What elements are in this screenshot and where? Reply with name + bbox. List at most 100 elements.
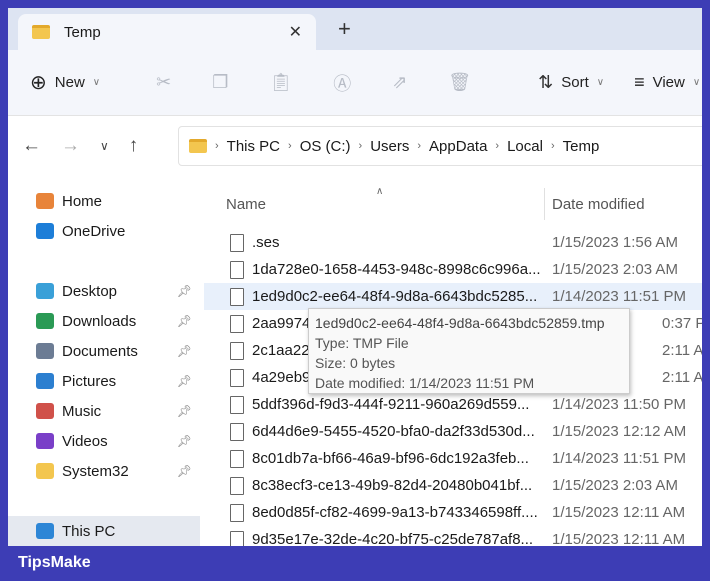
documents-icon (36, 343, 54, 359)
column-header: ∧ Name Date modified (204, 186, 702, 220)
back-icon[interactable]: ← (22, 135, 41, 157)
sort-icon: ⇅ (538, 72, 554, 92)
file-icon (230, 476, 244, 495)
file-row[interactable]: 9d35e17e-32de-4c20-bf75-c25de787af8... 1/… (204, 526, 702, 546)
pin-icon[interactable]: 📌︎ (177, 464, 192, 478)
file-icon (230, 287, 244, 306)
file-date: 1/15/2023 2:03 AM (552, 477, 678, 494)
breadcrumb[interactable]: › This PC › OS (C:) › Users › AppData › Local… (178, 126, 702, 166)
delete-icon[interactable]: 🗑︎ (448, 72, 471, 93)
crumb[interactable]: OS (C:) (300, 138, 351, 155)
paste-icon[interactable]: 📋︎ (269, 72, 292, 93)
sort-button[interactable]: ⇅ Sort ∨ (538, 72, 604, 93)
file-name: 1ed9d0c2-ee64-48f4-9d8a-6643bdc5285... (252, 288, 538, 305)
file-icon (230, 314, 244, 333)
sidebar-item-documents[interactable]: Documents 📌︎ (8, 336, 200, 366)
copy-icon[interactable]: ❐ (212, 72, 228, 93)
tab-temp[interactable]: Temp ✕ (18, 14, 316, 50)
file-row[interactable]: 8ed0d85f-cf82-4699-9a13-b743346598ff....… (204, 499, 702, 526)
view-button[interactable]: ≡ View ∨ (634, 72, 700, 93)
file-name: 5ddf396d-f9d3-444f-9211-960a269d559... (252, 396, 530, 413)
file-date: 1/15/2023 12:12 AM (552, 423, 687, 440)
chevron-right-icon: › (215, 140, 219, 152)
new-label: New (54, 74, 85, 91)
rename-icon[interactable]: Ⓐ (333, 70, 351, 96)
file-name: 9d35e17e-32de-4c20-bf75-c25de787af8... (252, 531, 534, 546)
sidebar-item-videos[interactable]: Videos 📌︎ (8, 426, 200, 456)
downloads-icon (36, 313, 54, 329)
divider[interactable] (544, 188, 545, 220)
crumb[interactable]: Users (370, 138, 409, 155)
tooltip-name: 1ed9d0c2-ee64-48f4-9d8a-6643bdc52859.tmp (315, 315, 605, 331)
crumb[interactable]: Temp (563, 138, 600, 155)
sidebar-item-label: Downloads (62, 312, 137, 330)
file-name: 8c38ecf3-ce13-49b9-82d4-20480b041bf... (252, 477, 533, 494)
crumb[interactable]: This PC (227, 138, 280, 155)
sidebar-item-this-pc[interactable]: This PC (8, 516, 200, 546)
file-row[interactable]: .ses 1/15/2023 1:56 AM (204, 229, 702, 256)
file-icon (230, 368, 244, 387)
pin-icon[interactable]: 📌︎ (177, 284, 192, 298)
file-icon (230, 395, 244, 414)
sidebar-item-label: Videos (62, 432, 108, 450)
this-pc-icon (36, 523, 54, 539)
crumb[interactable]: Local (507, 138, 543, 155)
sidebar-item-label: Pictures (62, 372, 117, 390)
file-row[interactable]: 1ed9d0c2-ee64-48f4-9d8a-6643bdc5285... 1/… (204, 283, 702, 310)
music-icon (36, 403, 54, 419)
address-row: ← → ∨ ↑ › This PC › OS (C:) › Users › AppDat… (8, 116, 702, 176)
pin-icon[interactable]: 📌︎ (177, 314, 192, 328)
pin-icon[interactable]: 📌︎ (177, 434, 192, 448)
file-date: 1/15/2023 1:56 AM (552, 234, 678, 251)
new-button[interactable]: ⊕ New ∨ (30, 70, 100, 95)
file-date: 1/15/2023 12:11 AM (552, 531, 686, 546)
cut-icon[interactable]: ✂ (156, 72, 171, 93)
pin-icon[interactable]: 📌︎ (177, 404, 192, 418)
file-icon (230, 449, 244, 468)
share-icon[interactable]: ⇗ (392, 72, 407, 93)
file-row[interactable]: 6d44d6e9-5455-4520-bfa0-da2f33d530d... 1/… (204, 418, 702, 445)
sidebar-item-system32[interactable]: System32 📌︎ (8, 456, 200, 486)
column-date-modified[interactable]: Date modified (552, 196, 645, 213)
sidebar-item-label: OneDrive (62, 222, 126, 240)
tab-bar: Temp ✕ + (8, 8, 702, 50)
tab-title: Temp (64, 23, 101, 41)
file-row[interactable]: 5ddf396d-f9d3-444f-9211-960a269d559... 1/… (204, 391, 702, 418)
sidebar-item-downloads[interactable]: Downloads 📌︎ (8, 306, 200, 336)
file-explorer-window: Temp ✕ + ⊕ New ∨ ✂ ❐ 📋︎ Ⓐ ⇗ 🗑︎ ⇅ Sort ∨ ≡ Vie… (8, 8, 702, 546)
file-row[interactable]: 8c01db7a-bf66-46a9-bf96-6dc192a3feb... 1/… (204, 445, 702, 472)
file-date: 0:37 PM (662, 315, 702, 332)
chevron-down-icon: ∨ (692, 77, 701, 88)
file-row[interactable]: 1da728e0-1658-4453-948c-8998c6c996a... 1/… (204, 256, 702, 283)
pin-icon[interactable]: 📌︎ (177, 374, 192, 388)
home-icon (36, 193, 54, 209)
column-name[interactable]: Name (226, 196, 266, 213)
sidebar-item-desktop[interactable]: Desktop 📌︎ (8, 276, 200, 306)
up-icon[interactable]: ↑ (129, 135, 139, 157)
sidebar-item-onedrive[interactable]: OneDrive (8, 216, 200, 246)
file-icon (230, 341, 244, 360)
file-date: 1/15/2023 2:03 AM (552, 261, 678, 278)
file-date: 1/14/2023 11:51 PM (552, 450, 686, 467)
crumb[interactable]: AppData (429, 138, 487, 155)
close-tab-icon[interactable]: ✕ (289, 22, 302, 42)
sidebar-item-pictures[interactable]: Pictures 📌︎ (8, 366, 200, 396)
file-date: 1/14/2023 11:51 PM (552, 288, 686, 305)
sidebar-item-home[interactable]: Home (8, 186, 200, 216)
sidebar-item-music[interactable]: Music 📌︎ (8, 396, 200, 426)
chevron-right-icon: › (288, 140, 292, 152)
pictures-icon (36, 373, 54, 389)
watermark-logo: TipsMake (18, 554, 91, 571)
pin-icon[interactable]: 📌︎ (177, 344, 192, 358)
recent-chevron-icon[interactable]: ∨ (100, 139, 109, 153)
forward-icon[interactable]: → (61, 135, 80, 157)
sidebar-item-label: Music (62, 402, 102, 420)
new-tab-button[interactable]: + (338, 16, 351, 42)
file-row[interactable]: 8c38ecf3-ce13-49b9-82d4-20480b041bf... 1/… (204, 472, 702, 499)
chevron-down-icon: ∨ (596, 77, 605, 88)
sort-label: Sort (561, 74, 589, 91)
file-name: 2aa9974 (252, 315, 311, 332)
system32-icon (36, 463, 54, 479)
file-date: 1/14/2023 11:50 PM (552, 396, 686, 413)
videos-icon (36, 433, 54, 449)
